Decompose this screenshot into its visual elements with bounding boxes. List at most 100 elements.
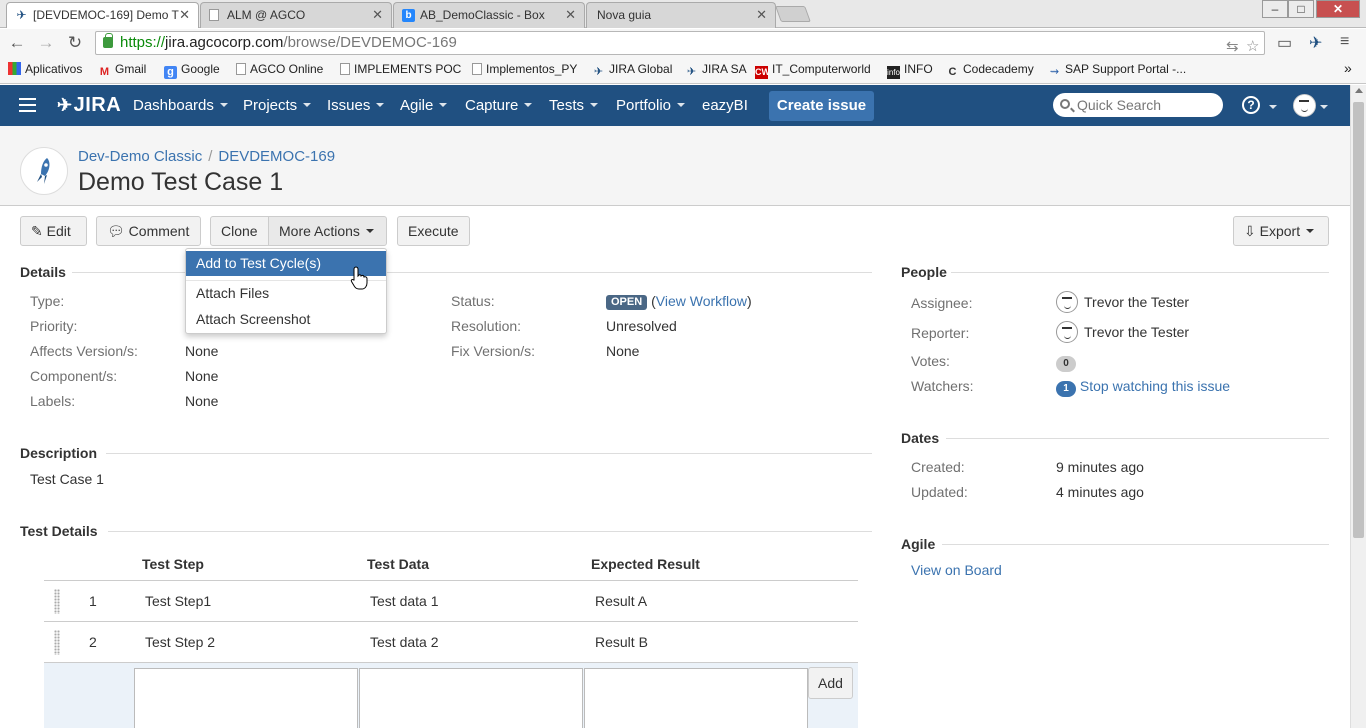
test-step-cell[interactable]: Test Step 2 — [145, 634, 215, 650]
browser-tab[interactable]: Nova guia ✕ — [586, 2, 776, 28]
menu-icon[interactable]: ≡ — [1340, 33, 1349, 51]
nav-dashboards[interactable]: Dashboards — [133, 97, 228, 114]
user-avatar[interactable] — [1293, 94, 1316, 117]
test-data-cell[interactable]: Test data 2 — [370, 634, 439, 650]
app-switcher-icon[interactable] — [19, 98, 36, 112]
translate-icon[interactable]: ⇆ — [1226, 36, 1239, 58]
bookmark-agco-online[interactable]: AGCO Online — [236, 62, 323, 76]
table-row[interactable]: 2 Test Step 2 Test data 2 Result B — [44, 621, 858, 662]
expected-result-cell[interactable]: Result A — [595, 593, 647, 609]
close-window-button[interactable]: ✕ — [1316, 0, 1360, 18]
menu-item-attach-screenshot[interactable]: Attach Screenshot — [186, 307, 386, 332]
nav-portfolio[interactable]: Portfolio — [616, 97, 686, 114]
browser-tab-active[interactable]: ✈ [DEVDEMOC-169] Demo T ✕ — [6, 2, 199, 28]
url-scheme: https:// — [120, 34, 166, 51]
bookmark-implementos-py[interactable]: Implementos_PY — [472, 62, 577, 76]
bookmark-codecademy[interactable]: C Codecademy — [946, 62, 1034, 79]
address-bar[interactable]: https://jira.agcocorp.com/browse/DEVDEMO… — [95, 31, 1265, 55]
nav-tests[interactable]: Tests — [549, 97, 599, 114]
more-actions-button[interactable]: More Actions — [268, 216, 387, 246]
execute-button[interactable]: Execute — [397, 216, 470, 246]
view-workflow-link[interactable]: View Workflow — [656, 293, 747, 309]
close-tab-icon[interactable]: ✕ — [179, 7, 190, 23]
table-row[interactable]: 1 Test Step1 Test data 1 Result A — [44, 580, 858, 621]
component-value[interactable]: None — [185, 368, 218, 384]
nav-capture[interactable]: Capture — [465, 97, 533, 114]
issue-summary[interactable]: Demo Test Case 1 — [78, 168, 283, 197]
issue-header: Dev-Demo Classic / DEVDEMOC-169 Demo Test … — [0, 126, 1350, 206]
bookmark-sap-support[interactable]: ⇝ SAP Support Portal -... — [1048, 62, 1186, 79]
bookmarks-overflow-button[interactable]: » — [1344, 60, 1352, 76]
quick-search-input[interactable]: Quick Search — [1053, 93, 1223, 117]
watchers-label: Watchers: — [911, 378, 974, 394]
jira-logo[interactable]: ✈JIRA — [57, 94, 121, 117]
scroll-up-arrow-icon[interactable] — [1355, 88, 1363, 93]
edit-button[interactable]: ✎ Edit — [20, 216, 87, 246]
bookmark-google[interactable]: g Google — [164, 62, 220, 79]
info-icon: info — [887, 66, 900, 79]
nav-projects[interactable]: Projects — [243, 97, 312, 114]
star-icon[interactable]: ☆ — [1246, 36, 1259, 58]
breadcrumb-issue-key-link[interactable]: DEVDEMOC-169 — [218, 148, 335, 165]
bookmark-it-computerworld[interactable]: CW IT_Computerworld — [755, 62, 871, 79]
reporter-value[interactable]: Trevor the Tester — [1056, 321, 1189, 343]
bookmark-gmail[interactable]: M Gmail — [98, 62, 146, 79]
test-data-cell[interactable]: Test data 1 — [370, 593, 439, 609]
clone-button[interactable]: Clone — [210, 216, 269, 246]
drag-handle-icon[interactable] — [54, 589, 60, 614]
bookmark-jira-global[interactable]: ✈ JIRA Global — [592, 62, 672, 79]
new-tab-button[interactable] — [775, 6, 811, 22]
affects-version-value[interactable]: None — [185, 343, 218, 359]
help-icon[interactable]: ? — [1242, 96, 1260, 114]
breadcrumb-project-link[interactable]: Dev-Demo Classic — [78, 148, 202, 165]
reload-icon[interactable]: ↻ — [64, 32, 86, 54]
watchers-badge[interactable]: 1 — [1056, 381, 1076, 397]
forward-arrow-icon[interactable]: → — [35, 32, 57, 54]
back-arrow-icon[interactable]: ← — [6, 32, 28, 54]
test-step-cell[interactable]: Test Step1 — [145, 593, 211, 609]
comment-button[interactable]: 💬︎ Comment — [96, 216, 201, 246]
close-tab-icon[interactable]: ✕ — [565, 7, 576, 23]
assignee-value[interactable]: Trevor the Tester — [1056, 291, 1189, 313]
project-avatar[interactable] — [20, 147, 68, 195]
add-step-button[interactable]: Add — [808, 667, 853, 699]
fix-version-value[interactable]: None — [606, 343, 639, 359]
new-test-data-textarea[interactable] — [359, 668, 583, 728]
close-tab-icon[interactable]: ✕ — [372, 7, 383, 23]
updated-label: Updated: — [911, 484, 968, 500]
maximize-button[interactable]: □ — [1288, 0, 1314, 18]
page-scrollbar[interactable] — [1350, 85, 1366, 728]
create-issue-button[interactable]: Create issue — [769, 91, 874, 121]
stop-watching-link[interactable]: Stop watching this issue — [1080, 378, 1230, 394]
minimize-button[interactable]: – — [1262, 0, 1288, 18]
browser-toolbar: ← → ↻ https://jira.agcocorp.com/browse/D… — [0, 29, 1366, 57]
votes-value[interactable]: 0 — [1056, 353, 1076, 372]
new-expected-result-textarea[interactable] — [584, 668, 808, 728]
close-tab-icon[interactable]: ✕ — [756, 7, 767, 23]
bookmark-jira-sa[interactable]: ✈ JIRA SA — [685, 62, 747, 79]
description-text[interactable]: Test Case 1 — [30, 471, 104, 487]
view-on-board-link[interactable]: View on Board — [911, 562, 1002, 578]
nav-issues[interactable]: Issues — [327, 97, 385, 114]
cast-icon[interactable]: ▭ — [1277, 33, 1292, 53]
browser-tab[interactable]: ALM @ AGCO ✕ — [200, 2, 392, 28]
bookmark-info[interactable]: info INFO — [887, 62, 933, 79]
chevron-down-icon — [524, 103, 533, 107]
chevron-down-icon — [1269, 105, 1277, 109]
bookmark-apps[interactable]: Aplicativos — [8, 62, 82, 76]
bookmark-implements-poc[interactable]: IMPLEMENTS POC — [340, 62, 461, 76]
browser-tab[interactable]: b AB_DemoClassic - Box ✕ — [393, 2, 585, 28]
tab-title: ALM @ AGCO — [227, 8, 306, 22]
drag-handle-icon[interactable] — [54, 630, 60, 655]
scrollbar-thumb[interactable] — [1353, 102, 1364, 538]
export-button[interactable]: ⇩ Export — [1233, 216, 1329, 246]
new-test-step-textarea[interactable] — [134, 668, 358, 728]
expected-result-cell[interactable]: Result B — [595, 634, 648, 650]
nav-agile[interactable]: Agile — [400, 97, 448, 114]
labels-value[interactable]: None — [185, 393, 218, 409]
more-actions-dropdown: Add to Test Cycle(s) Attach Files Attach… — [185, 248, 387, 334]
page-icon — [209, 9, 219, 21]
details-heading: Details — [20, 264, 66, 280]
jira-extension-icon[interactable]: ✈ — [1309, 33, 1322, 53]
nav-eazybi[interactable]: eazyBI — [702, 97, 748, 114]
